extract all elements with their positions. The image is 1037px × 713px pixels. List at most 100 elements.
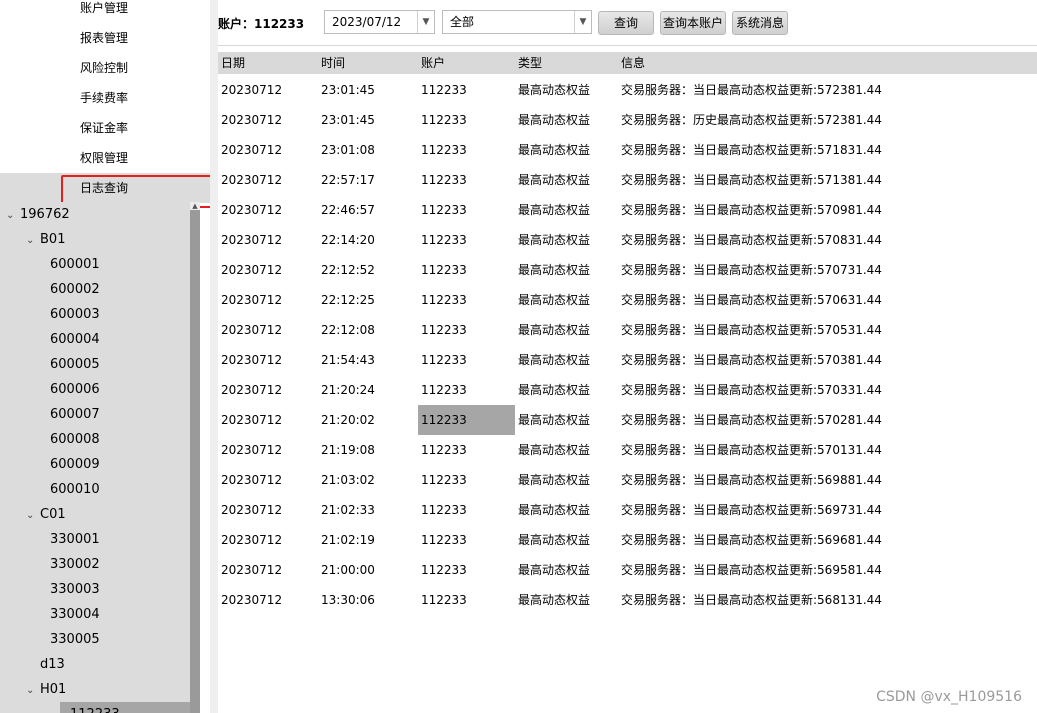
table-cell[interactable]: 最高动态权益: [515, 465, 618, 495]
tree-account[interactable]: 600007: [0, 402, 190, 427]
table-cell[interactable]: 交易服务器：当日最高动态权益更新:569681.44: [618, 525, 1037, 555]
tree-account[interactable]: 330002: [0, 552, 190, 577]
table-cell[interactable]: 20230712: [218, 585, 318, 615]
table-cell[interactable]: 最高动态权益: [515, 435, 618, 465]
column-header[interactable]: 类型: [515, 52, 621, 74]
table-cell[interactable]: 23:01:45: [318, 75, 418, 105]
tree-account[interactable]: 600008: [0, 427, 190, 452]
table-cell[interactable]: 交易服务器：当日最高动态权益更新:570981.44: [618, 195, 1037, 225]
table-cell[interactable]: 交易服务器：当日最高动态权益更新:570731.44: [618, 255, 1037, 285]
table-cell[interactable]: 22:12:25: [318, 285, 418, 315]
table-cell[interactable]: 112233: [418, 525, 515, 555]
tree-account[interactable]: 600006: [0, 377, 190, 402]
table-cell[interactable]: 20230712: [218, 255, 318, 285]
table-cell[interactable]: 21:19:08: [318, 435, 418, 465]
table-cell[interactable]: 交易服务器：当日最高动态权益更新:571831.44: [618, 135, 1037, 165]
date-picker[interactable]: 2023/07/12 ▼: [324, 10, 435, 34]
tree-account[interactable]: 600001: [0, 252, 190, 277]
table-cell[interactable]: 最高动态权益: [515, 135, 618, 165]
chevron-down-icon[interactable]: ⌄: [26, 678, 40, 703]
table-row[interactable]: 20230712 22:57:17 112233 最高动态权益 交易服务器：当日最高动态…: [218, 165, 1037, 195]
table-row[interactable]: 20230712 23:01:45 112233 最高动态权益 交易服务器：当日最高动态…: [218, 75, 1037, 105]
panel-splitter[interactable]: [210, 0, 218, 713]
column-header[interactable]: 日期: [218, 52, 321, 74]
table-row[interactable]: 20230712 22:46:57 112233 最高动态权益 交易服务器：当日最高动态…: [218, 195, 1037, 225]
column-header[interactable]: 信息: [618, 52, 1037, 74]
table-cell[interactable]: 最高动态权益: [515, 315, 618, 345]
table-row[interactable]: 20230712 21:02:33 112233 最高动态权益 交易服务器：当日最高动态…: [218, 495, 1037, 525]
table-cell[interactable]: 交易服务器：当日最高动态权益更新:570531.44: [618, 315, 1037, 345]
table-row[interactable]: 20230712 13:30:06 112233 最高动态权益 交易服务器：当日最高动态…: [218, 585, 1037, 615]
table-cell[interactable]: 20230712: [218, 465, 318, 495]
tree-account[interactable]: 112233: [60, 702, 190, 713]
table-cell[interactable]: 交易服务器：当日最高动态权益更新:569731.44: [618, 495, 1037, 525]
tree-account[interactable]: 600010: [0, 477, 190, 502]
table-cell[interactable]: 21:54:43: [318, 345, 418, 375]
menu-item[interactable]: 保证金率: [0, 113, 210, 143]
table-cell[interactable]: 最高动态权益: [515, 105, 618, 135]
table-cell[interactable]: 交易服务器：历史最高动态权益更新:572381.44: [618, 105, 1037, 135]
tree-group[interactable]: ⌄ H01: [0, 677, 190, 702]
table-cell[interactable]: 20230712: [218, 495, 318, 525]
column-header[interactable]: 时间: [318, 52, 421, 74]
table-cell[interactable]: 20230712: [218, 75, 318, 105]
tree-scrollbar-thumb[interactable]: [190, 210, 200, 713]
table-cell[interactable]: 112233: [418, 135, 515, 165]
table-cell[interactable]: 最高动态权益: [515, 255, 618, 285]
table-cell[interactable]: 112233: [418, 195, 515, 225]
table-cell[interactable]: 112233: [418, 405, 515, 435]
tree-group[interactable]: ⌄ C01: [0, 502, 190, 527]
table-cell[interactable]: 112233: [418, 375, 515, 405]
table-cell[interactable]: 112233: [418, 585, 515, 615]
tree-account[interactable]: 330001: [0, 527, 190, 552]
table-cell[interactable]: 20230712: [218, 105, 318, 135]
table-cell[interactable]: 交易服务器：当日最高动态权益更新:570131.44: [618, 435, 1037, 465]
table-cell[interactable]: 112233: [418, 165, 515, 195]
tree-account[interactable]: 600004: [0, 327, 190, 352]
chevron-down-icon[interactable]: ▼: [574, 11, 591, 33]
tree-group[interactable]: ⌄ B01: [0, 227, 190, 252]
table-cell[interactable]: 交易服务器：当日最高动态权益更新:569881.44: [618, 465, 1037, 495]
table-row[interactable]: 20230712 23:01:08 112233 最高动态权益 交易服务器：当日最高动态…: [218, 135, 1037, 165]
table-cell[interactable]: 20230712: [218, 135, 318, 165]
table-row[interactable]: 20230712 21:00:00 112233 最高动态权益 交易服务器：当日最高动态…: [218, 555, 1037, 585]
table-cell[interactable]: 20230712: [218, 345, 318, 375]
table-cell[interactable]: 最高动态权益: [515, 75, 618, 105]
menu-item[interactable]: 日志查询: [0, 173, 210, 203]
table-cell[interactable]: 22:14:20: [318, 225, 418, 255]
table-cell[interactable]: 最高动态权益: [515, 375, 618, 405]
table-cell[interactable]: 最高动态权益: [515, 495, 618, 525]
table-cell[interactable]: 最高动态权益: [515, 525, 618, 555]
table-cell[interactable]: 20230712: [218, 165, 318, 195]
table-cell[interactable]: 交易服务器：当日最高动态权益更新:570281.44: [618, 405, 1037, 435]
tree-account[interactable]: 600005: [0, 352, 190, 377]
table-row[interactable]: 20230712 22:14:20 112233 最高动态权益 交易服务器：当日最高动态…: [218, 225, 1037, 255]
table-cell[interactable]: 21:20:24: [318, 375, 418, 405]
tree-account[interactable]: 330005: [0, 627, 190, 652]
table-row[interactable]: 20230712 23:01:45 112233 最高动态权益 交易服务器：历史最高动态…: [218, 105, 1037, 135]
table-row[interactable]: 20230712 21:20:24 112233 最高动态权益 交易服务器：当日最高动态…: [218, 375, 1037, 405]
table-cell[interactable]: 22:12:52: [318, 255, 418, 285]
table-row[interactable]: 20230712 21:54:43 112233 最高动态权益 交易服务器：当日最高动态…: [218, 345, 1037, 375]
chevron-down-icon[interactable]: ▼: [417, 11, 434, 33]
table-cell[interactable]: 20230712: [218, 315, 318, 345]
table-cell[interactable]: 23:01:08: [318, 135, 418, 165]
table-cell[interactable]: 112233: [418, 555, 515, 585]
table-cell[interactable]: 112233: [418, 315, 515, 345]
table-cell[interactable]: 21:02:19: [318, 525, 418, 555]
menu-item[interactable]: 账户管理: [0, 0, 210, 23]
table-cell[interactable]: 20230712: [218, 525, 318, 555]
table-row[interactable]: 20230712 22:12:25 112233 最高动态权益 交易服务器：当日最高动态…: [218, 285, 1037, 315]
chevron-down-icon[interactable]: ⌄: [6, 203, 20, 228]
tree-account[interactable]: 600002: [0, 277, 190, 302]
table-cell[interactable]: 最高动态权益: [515, 405, 618, 435]
table-cell[interactable]: 22:46:57: [318, 195, 418, 225]
table-row[interactable]: 20230712 22:12:52 112233 最高动态权益 交易服务器：当日最高动态…: [218, 255, 1037, 285]
table-cell[interactable]: 112233: [418, 225, 515, 255]
table-row[interactable]: 20230712 21:02:19 112233 最高动态权益 交易服务器：当日最高动态…: [218, 525, 1037, 555]
table-cell[interactable]: 交易服务器：当日最高动态权益更新:570381.44: [618, 345, 1037, 375]
table-cell[interactable]: 最高动态权益: [515, 585, 618, 615]
chevron-down-icon[interactable]: ⌄: [26, 503, 40, 528]
table-cell[interactable]: 20230712: [218, 195, 318, 225]
table-cell[interactable]: 交易服务器：当日最高动态权益更新:571381.44: [618, 165, 1037, 195]
